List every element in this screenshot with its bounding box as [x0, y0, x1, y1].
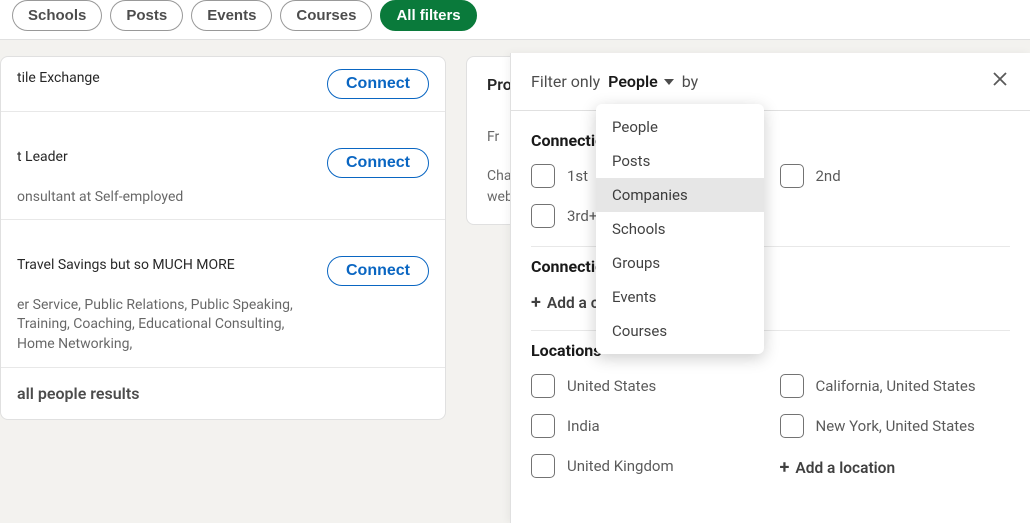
result-row: t Leader onsultant at Self-employed Conn…	[1, 112, 445, 220]
checkbox-location[interactable]: California, United States	[780, 374, 1011, 398]
filter-panel-header: Filter only People by	[511, 53, 1030, 111]
connect-button[interactable]: Connect	[327, 256, 429, 286]
dropdown-item-groups[interactable]: Groups	[596, 246, 764, 280]
chevron-down-icon	[664, 79, 674, 85]
all-filters-button[interactable]: All filters	[380, 0, 476, 31]
dropdown-item-companies[interactable]: Companies	[596, 178, 764, 212]
filter-panel: Filter only People by Connections 1st 2n…	[510, 53, 1030, 523]
dropdown-item-events[interactable]: Events	[596, 280, 764, 314]
checkbox-location[interactable]: India	[531, 414, 762, 438]
result-title: Travel Savings but so MUCH MORE	[17, 256, 315, 276]
filter-type-menu: People Posts Companies Schools Groups Ev…	[596, 104, 764, 354]
result-meta: er Service, Public Relations, Public Spe…	[17, 296, 315, 355]
result-row: tile Exchange Connect	[1, 57, 445, 112]
connect-button[interactable]: Connect	[327, 69, 429, 99]
filter-pill-events[interactable]: Events	[191, 0, 272, 31]
result-meta: onsultant at Self-employed	[17, 188, 315, 208]
filter-panel-body: Connections 1st 2nd 3rd+ Connections of …	[511, 111, 1030, 523]
locations-section: Locations United States California, Unit…	[531, 331, 1010, 496]
result-row: Travel Savings but so MUCH MORE er Servi…	[1, 220, 445, 367]
filter-pill-courses[interactable]: Courses	[280, 0, 372, 31]
filter-by-label: by	[682, 72, 698, 91]
add-location-link[interactable]: + Add a location	[780, 458, 1011, 478]
checkbox-location[interactable]: United States	[531, 374, 762, 398]
dropdown-item-schools[interactable]: Schools	[596, 212, 764, 246]
see-all-people[interactable]: all people results	[1, 368, 445, 419]
dropdown-item-posts[interactable]: Posts	[596, 144, 764, 178]
dropdown-item-courses[interactable]: Courses	[596, 314, 764, 348]
result-title: tile Exchange	[17, 69, 315, 89]
plus-icon: +	[780, 459, 790, 477]
filter-pill-posts[interactable]: Posts	[110, 0, 183, 31]
close-icon[interactable]	[990, 69, 1010, 94]
results-list: tile Exchange Connect t Leader onsultant…	[0, 56, 446, 420]
filter-bar: Schools Posts Events Courses All filters	[0, 0, 1030, 40]
filter-only-label: Filter only	[531, 72, 600, 91]
result-title: t Leader	[17, 148, 315, 168]
filter-type-dropdown[interactable]: People	[608, 72, 674, 91]
plus-icon: +	[531, 294, 541, 312]
filter-pill-schools[interactable]: Schools	[12, 0, 102, 31]
checkbox-location[interactable]: New York, United States	[780, 414, 1011, 438]
dropdown-item-people[interactable]: People	[596, 110, 764, 144]
checkbox-2nd[interactable]: 2nd	[780, 164, 1011, 188]
checkbox-location[interactable]: United Kingdom	[531, 454, 762, 478]
connect-button[interactable]: Connect	[327, 148, 429, 178]
